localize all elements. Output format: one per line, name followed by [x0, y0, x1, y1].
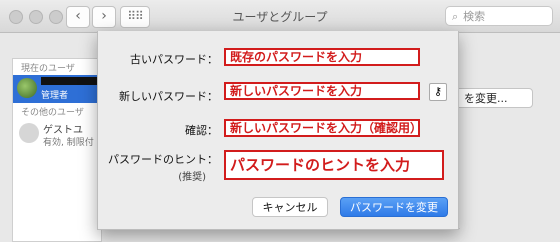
hint-recommended-label: (推奨) — [178, 172, 206, 183]
old-password-field[interactable]: 既存のパスワードを入力 — [224, 48, 420, 66]
guest-user-name: ゲストユ — [43, 125, 83, 136]
confirm-password-field[interactable]: 新しいパスワードを入力（確認用） — [224, 119, 420, 137]
search-placeholder: 検索 — [463, 10, 486, 23]
redacted-username — [41, 77, 99, 85]
guest-user-status: 有効, 制限付 — [43, 138, 94, 148]
admin-label: 管理者 — [41, 91, 69, 101]
new-password-label: 新しいパスワード： — [119, 90, 218, 103]
user-detail-panel: を変更... — [455, 56, 560, 240]
password-hint-field[interactable]: パスワードのヒントを入力 — [224, 150, 444, 180]
current-user-row[interactable]: 管理者 — [13, 75, 101, 103]
guest-avatar — [19, 123, 39, 143]
search-field[interactable]: ⌕ 検索 — [445, 6, 553, 26]
current-user-header: 現在のユーザ — [21, 64, 75, 74]
cancel-button[interactable]: キャンセル — [252, 197, 328, 217]
other-users-header: その他のユーザ — [21, 108, 84, 118]
title-bar: ‹ › ⠿⠿ ユーザとグループ ⌕ 検索 — [0, 0, 560, 33]
change-password-button-behind[interactable]: を変更... — [455, 88, 533, 108]
user-sidebar: 現在のユーザ 管理者 その他のユーザ ゲストユ 有効, 制限付 — [12, 58, 102, 242]
new-password-field[interactable]: 新しいパスワードを入力 — [224, 82, 420, 100]
user-avatar — [17, 78, 37, 98]
change-password-sheet: 古いパスワード： 既存のパスワードを入力 新しいパスワード： 新しいパスワードを… — [97, 31, 459, 230]
password-hint-label: パスワードのヒント： — [108, 153, 218, 166]
search-icon: ⌕ — [452, 10, 459, 23]
old-password-label: 古いパスワード： — [130, 53, 218, 66]
password-assistant-key-icon[interactable]: ⚷ — [429, 83, 447, 101]
change-password-button[interactable]: パスワードを変更 — [340, 197, 448, 217]
confirm-password-label: 確認： — [185, 124, 218, 137]
guest-user-row[interactable]: ゲストユ 有効, 制限付 — [13, 119, 101, 149]
